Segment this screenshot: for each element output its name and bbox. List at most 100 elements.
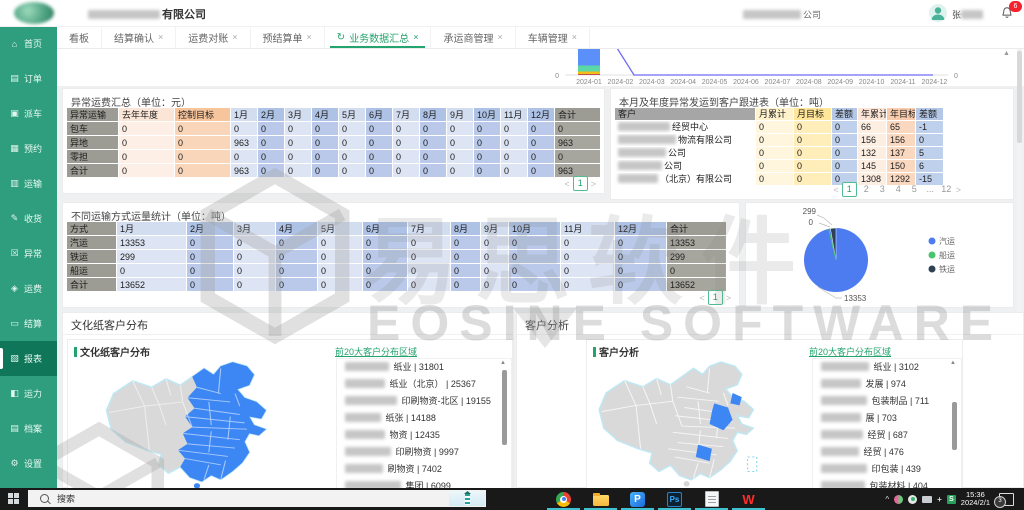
sidebar-item-报表[interactable]: ▧报表 — [0, 341, 57, 376]
pager-prev[interactable]: < — [833, 185, 838, 195]
taskbar-app-file-explorer[interactable] — [582, 488, 619, 510]
customer-list-item[interactable]: 发展 | 974 — [813, 376, 961, 393]
tray-icon-1[interactable] — [894, 495, 903, 504]
tray-expand-icon[interactable]: ^ — [885, 495, 889, 504]
tray-icon-2[interactable] — [908, 495, 917, 504]
taskbar-search[interactable] — [28, 490, 486, 507]
taskbar-app-wps[interactable]: W — [730, 488, 767, 510]
sidebar-item-label: 报表 — [24, 352, 42, 365]
customer-list-item[interactable]: 纸张 | 14188 — [337, 410, 511, 427]
redacted-text — [618, 161, 662, 170]
scroll-up-button[interactable]: ▲ — [1003, 50, 1010, 57]
tab-预结算单[interactable]: 预结算单× — [251, 26, 325, 48]
sidebar-item-设置[interactable]: ⚙设置 — [0, 446, 57, 481]
customer-list-item[interactable]: 集团 | 6099 — [337, 478, 511, 488]
list-scroll-up-icon[interactable]: ▲ — [500, 360, 506, 366]
tab-close-icon[interactable]: × — [572, 32, 577, 42]
pager-next[interactable]: > — [591, 179, 596, 189]
sidebar-item-首页[interactable]: ⌂首页 — [0, 26, 57, 61]
customer-list-item[interactable]: 经贸 | 687 — [813, 427, 961, 444]
sidebar-item-派车[interactable]: ▣派车 — [0, 96, 57, 131]
pager-page[interactable]: 5 — [908, 183, 921, 196]
sidebar-item-运费[interactable]: ◈运费 — [0, 271, 57, 306]
pager-page[interactable]: 1 — [573, 176, 588, 191]
pager-next[interactable]: > — [726, 293, 731, 303]
pager-prev[interactable]: < — [699, 293, 704, 303]
customer-list-item[interactable]: 纸业（北京） | 25367 — [337, 376, 511, 393]
sidebar-item-收货[interactable]: ✎收货 — [0, 201, 57, 236]
list-scroll-up-icon[interactable]: ▲ — [950, 360, 956, 366]
tab-close-icon[interactable]: × — [413, 32, 418, 42]
tab-业务数据汇总[interactable]: ↻业务数据汇总× — [325, 26, 432, 48]
top20-region-link[interactable]: 前20大客户分布区域 — [809, 345, 891, 358]
customer-list-item[interactable]: 包装材料 | 404 — [813, 478, 961, 488]
avatar[interactable] — [929, 4, 947, 22]
sidebar-item-异常[interactable]: ☒异常 — [0, 236, 57, 271]
content-scrollbar-thumb[interactable] — [1017, 51, 1022, 143]
table-cell: 0 — [794, 147, 832, 160]
action-center-icon[interactable]: 3 — [999, 493, 1014, 506]
tab-close-icon[interactable]: × — [307, 32, 312, 42]
pager-page[interactable]: 4 — [892, 183, 905, 196]
top20-region-link[interactable]: 前20大客户分布区域 — [335, 345, 417, 358]
table-cell: 0 — [756, 134, 794, 147]
taskbar-app-pc-manager[interactable]: P — [619, 488, 656, 510]
customer-list-item[interactable]: 展 | 703 — [813, 410, 961, 427]
sidebar-item-档案[interactable]: ▤档案 — [0, 411, 57, 446]
sidebar-item-运力[interactable]: ◧运力 — [0, 376, 57, 411]
customer-list-item[interactable]: 纸业 | 3102 — [813, 359, 961, 376]
taskbar-app-chrome[interactable] — [545, 488, 582, 510]
pager-page[interactable]: ... — [924, 183, 937, 196]
customer-list-item[interactable]: 印刷物资-北区 | 19155 — [337, 393, 511, 410]
tab-车辆管理[interactable]: 车辆管理× — [516, 26, 590, 48]
pager-page[interactable]: 1 — [842, 182, 857, 197]
start-button[interactable] — [8, 493, 20, 505]
tray-icon-5[interactable]: S — [947, 495, 956, 504]
table-cell: 13353 — [117, 236, 187, 250]
customer-list-item[interactable]: 物资 | 12435 — [337, 427, 511, 444]
pager-page[interactable]: 3 — [876, 183, 889, 196]
pager-page[interactable]: 2 — [860, 183, 873, 196]
username[interactable]: 张 — [952, 8, 985, 21]
customer-list-item[interactable]: 刷物资 | 7402 — [337, 461, 511, 478]
search-highlight-image[interactable] — [449, 491, 485, 506]
tab-承运商管理[interactable]: 承运商管理× — [431, 26, 515, 48]
customer-list-item[interactable]: 纸业 | 31801 — [337, 359, 511, 376]
tab-close-icon[interactable]: × — [158, 32, 163, 42]
customer-list-item[interactable]: 印包装 | 439 — [813, 461, 961, 478]
redacted-text — [821, 362, 869, 371]
customer-list-item[interactable]: 印刷物资 | 9997 — [337, 444, 511, 461]
tab-看板[interactable]: 看板 — [57, 26, 102, 48]
sidebar-item-订单[interactable]: ▤订单 — [0, 61, 57, 96]
list-scrollbar-thumb[interactable] — [502, 370, 507, 445]
table-cell: 0 — [481, 264, 509, 278]
table-cell: 0 — [234, 250, 276, 264]
svg-text:2024-09: 2024-09 — [827, 79, 853, 86]
pager-page[interactable]: 1 — [708, 290, 723, 305]
pager-next[interactable]: > — [956, 185, 961, 195]
tray-icon-4[interactable]: + — [937, 495, 942, 504]
sidebar-item-运输[interactable]: ▥运输 — [0, 166, 57, 201]
table-cell: 0 — [451, 264, 481, 278]
tab-运费对账[interactable]: 运费对账× — [176, 26, 250, 48]
customer-list-item[interactable]: 经贸 | 476 — [813, 444, 961, 461]
sidebar-item-预约[interactable]: ▦预约 — [0, 131, 57, 166]
customer-list-item[interactable]: 包装制品 | 711 — [813, 393, 961, 410]
list-scrollbar-thumb[interactable] — [952, 402, 957, 450]
tab-close-icon[interactable]: × — [232, 32, 237, 42]
refresh-icon[interactable]: ↻ — [337, 32, 345, 43]
taskbar-clock[interactable]: 15:36 2024/2/1 — [961, 491, 990, 508]
tray-icon-3[interactable] — [922, 496, 932, 503]
table-cell: 0 — [285, 150, 312, 164]
pager-prev[interactable]: < — [564, 179, 569, 189]
pager-page[interactable]: 12 — [940, 183, 953, 196]
tab-结算确认[interactable]: 结算确认× — [102, 26, 176, 48]
table-cell: 0 — [501, 136, 528, 150]
taskbar-app-photoshop[interactable]: Ps — [656, 488, 693, 510]
redacted-text — [618, 122, 670, 131]
taskbar-app-notepad[interactable] — [693, 488, 730, 510]
sidebar-item-结算[interactable]: ▭结算 — [0, 306, 57, 341]
tab-close-icon[interactable]: × — [497, 32, 502, 42]
search-input[interactable] — [55, 493, 339, 505]
action-center-badge: 3 — [994, 496, 1006, 508]
